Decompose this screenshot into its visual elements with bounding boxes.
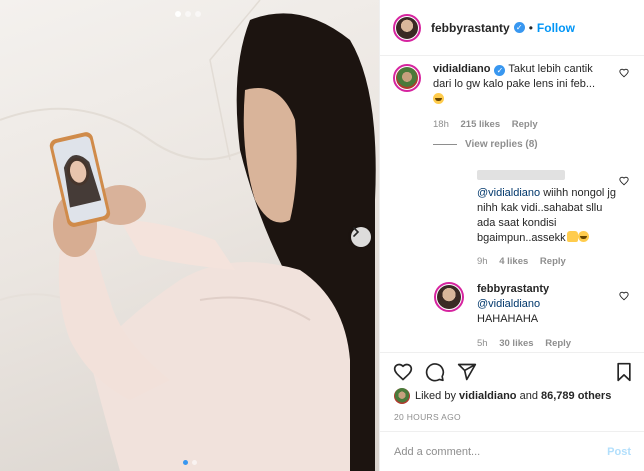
add-comment-bar: Post <box>380 431 644 471</box>
heart-icon[interactable] <box>619 68 629 78</box>
carousel-dot <box>195 11 201 17</box>
carousel-indicator <box>183 460 197 465</box>
reply-button[interactable]: Reply <box>545 338 571 349</box>
post-header: febbyrastanty ✓ • Follow <box>380 0 644 56</box>
commenter-username[interactable]: vidialdiano <box>433 63 490 75</box>
carousel-indicator-top <box>175 11 201 17</box>
carousel-dot <box>192 460 197 465</box>
post-timestamp: 20 HOURS AGO <box>394 412 461 422</box>
reply-mention[interactable]: @vidialdiano <box>477 187 540 199</box>
view-replies-button[interactable]: View replies (8) <box>433 139 538 150</box>
likes-count[interactable]: 86,789 others <box>541 390 611 402</box>
likes-and: and <box>519 390 538 402</box>
chevron-right-icon <box>353 227 360 237</box>
reply-button[interactable]: Reply <box>512 119 538 130</box>
bookmark-icon[interactable] <box>615 362 633 382</box>
view-replies-line <box>433 144 457 145</box>
verified-badge-icon: ✓ <box>513 22 525 33</box>
comment-likes[interactable]: 215 likes <box>461 119 501 130</box>
next-slide-button[interactable] <box>351 227 371 247</box>
reply-likes[interactable]: 4 likes <box>499 256 528 267</box>
reply-mention[interactable]: @vidialdiano <box>477 298 540 310</box>
reply-text: HAHAHAHA <box>477 313 539 325</box>
liker-username[interactable]: vidialdiano <box>459 390 516 402</box>
post-side-panel: febbyrastanty ✓ • Follow vidialdiano ✓ Ta… <box>379 0 644 471</box>
author-username[interactable]: febbyrastanty <box>431 21 510 35</box>
carousel-dot <box>175 11 181 17</box>
comment-icon[interactable] <box>425 362 445 382</box>
commenter-avatar[interactable] <box>393 64 421 92</box>
comment-time: 18h <box>433 119 449 130</box>
laughing-emoji-icon <box>433 93 444 104</box>
reply-time: 9h <box>477 256 488 267</box>
heart-icon[interactable] <box>393 362 413 382</box>
reply-time: 5h <box>477 338 488 349</box>
heart-icon[interactable] <box>619 291 629 301</box>
follow-button[interactable]: Follow <box>537 21 575 35</box>
thumbs-up-emoji-icon <box>566 231 578 242</box>
comment-meta: 18h 215 likes Reply <box>433 117 613 132</box>
laughing-emoji-icon <box>577 231 589 242</box>
reply-username[interactable]: febbyrastanty <box>477 283 549 295</box>
redacted-username <box>477 170 565 181</box>
reply-meta: 5h 30 likes Reply <box>477 336 617 351</box>
view-replies-label: View replies (8) <box>465 139 538 150</box>
comment-input[interactable] <box>394 445 608 458</box>
share-icon[interactable] <box>457 362 477 382</box>
reply-likes[interactable]: 30 likes <box>499 338 533 349</box>
verified-badge-icon: ✓ <box>494 65 506 76</box>
heart-icon[interactable] <box>619 176 629 186</box>
liker-avatar[interactable] <box>394 388 410 404</box>
post-comment-button[interactable]: Post <box>607 446 631 458</box>
author-avatar[interactable] <box>393 13 421 42</box>
reply-button[interactable]: Reply <box>540 256 566 267</box>
post-photo[interactable] <box>0 0 379 471</box>
header-separator: • <box>528 20 533 35</box>
post-actions-bar <box>380 352 644 392</box>
reply-avatar[interactable] <box>434 282 464 312</box>
carousel-dot <box>185 11 191 17</box>
reply-meta: 9h 4 likes Reply <box>477 254 617 269</box>
photo-illustration <box>0 0 376 471</box>
likes-summary: Liked by vidialdiano and 86,789 others <box>394 388 611 404</box>
carousel-dot-active <box>183 460 188 465</box>
likes-prefix: Liked by <box>415 390 456 402</box>
